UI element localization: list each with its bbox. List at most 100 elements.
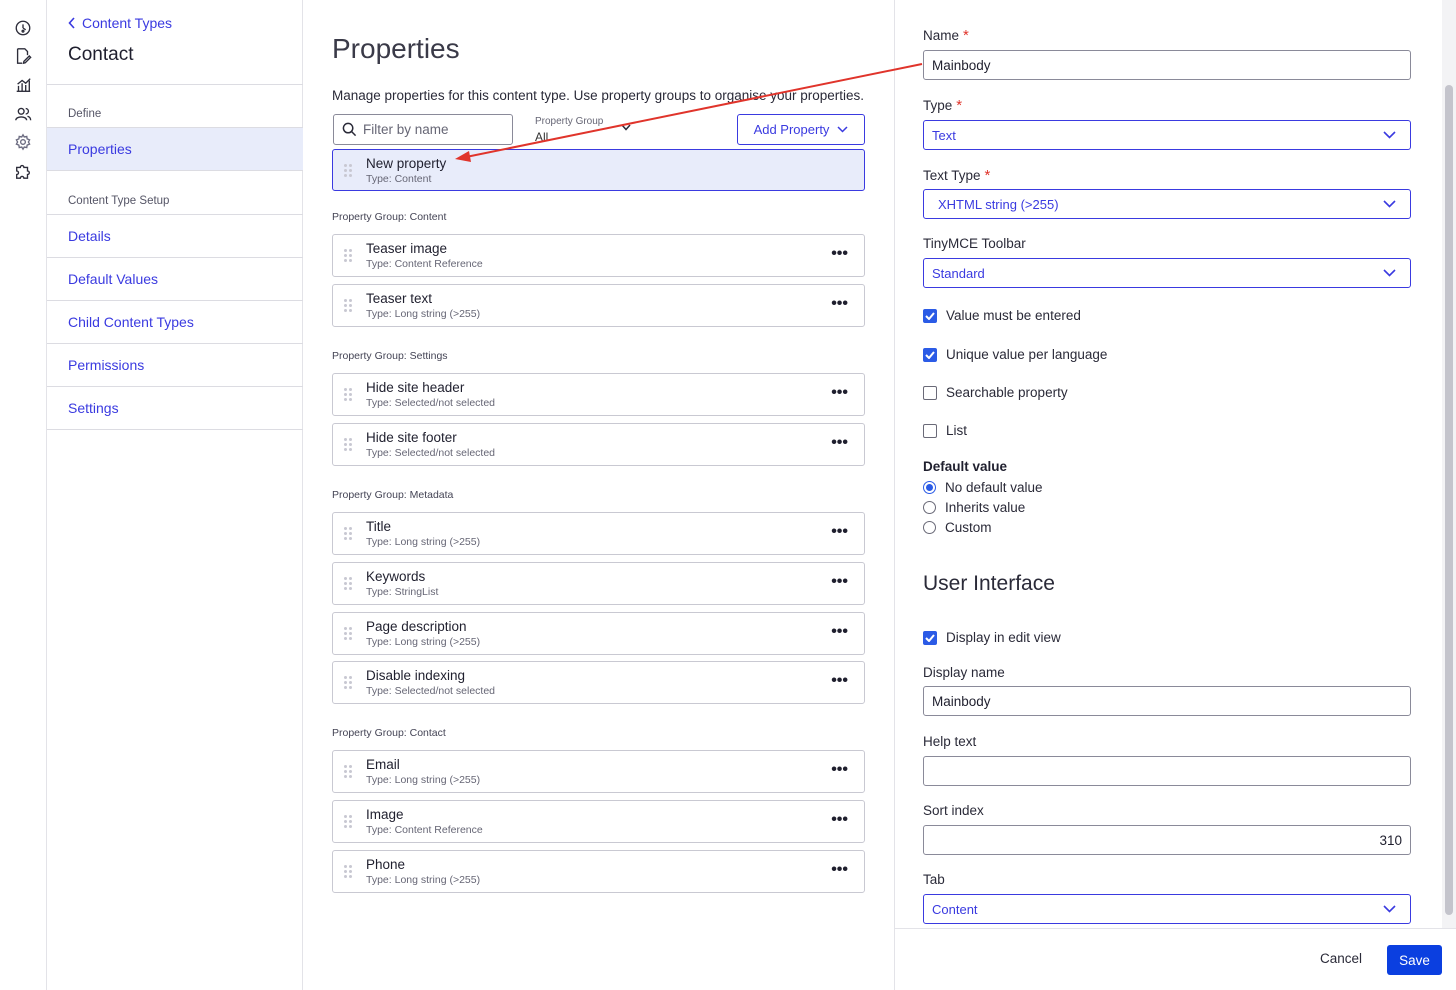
checkbox-unchecked-icon[interactable] <box>923 423 937 438</box>
nav-item-details[interactable]: Details <box>47 215 303 258</box>
property-type: Type: Long string (>255) <box>366 536 481 548</box>
drag-handle-icon[interactable] <box>344 865 354 879</box>
property-row[interactable]: Phone Type: Long string (>255) ••• <box>332 850 865 893</box>
drag-handle-icon[interactable] <box>344 249 354 263</box>
analytics-icon[interactable] <box>13 75 33 95</box>
type-select[interactable]: Text <box>923 120 1411 150</box>
search-icon <box>342 122 357 137</box>
tab-select-value: Content <box>932 901 978 917</box>
tab-select[interactable]: Content <box>923 894 1411 924</box>
name-input[interactable]: Mainbody <box>923 50 1411 80</box>
property-name: Email <box>366 757 400 772</box>
drag-handle-icon[interactable] <box>344 676 354 690</box>
text-type-select[interactable]: XHTML string (>255) <box>923 189 1411 219</box>
drag-handle-icon[interactable] <box>344 299 354 313</box>
sort-index-input[interactable]: 310 <box>923 825 1411 855</box>
checkbox-checked-icon[interactable] <box>923 308 937 323</box>
nav-item-permissions[interactable]: Permissions <box>47 344 303 387</box>
filter-field[interactable] <box>333 114 513 145</box>
toolbar-select[interactable]: Standard <box>923 258 1411 288</box>
checkbox-display-in-edit-view[interactable]: Display in edit view <box>923 630 1061 645</box>
type-label: Type * <box>923 97 962 114</box>
edit-content-icon[interactable] <box>13 46 33 66</box>
more-options-icon[interactable]: ••• <box>831 624 848 640</box>
more-options-icon[interactable]: ••• <box>831 762 848 778</box>
property-name: Hide site header <box>366 380 465 395</box>
property-row[interactable]: Keywords Type: StringList ••• <box>332 562 865 605</box>
radio-inherits-value[interactable]: Inherits value <box>923 500 1025 515</box>
property-row[interactable]: Hide site footer Type: Selected/not sele… <box>332 423 865 466</box>
drag-handle-icon[interactable] <box>344 164 354 178</box>
drag-handle-icon[interactable] <box>344 765 354 779</box>
checkbox-checked-icon[interactable] <box>923 630 937 645</box>
help-text-label: Help text <box>923 734 977 749</box>
checkbox-unique-value-per-language[interactable]: Unique value per language <box>923 347 1107 362</box>
nav-item-default-values[interactable]: Default Values <box>47 258 303 301</box>
display-name-input[interactable]: Mainbody <box>923 686 1411 716</box>
property-group-select[interactable]: Property Group All <box>535 114 635 145</box>
help-text-input[interactable] <box>923 756 1411 786</box>
more-options-icon[interactable]: ••• <box>831 524 848 540</box>
drag-handle-icon[interactable] <box>344 627 354 641</box>
property-row[interactable]: Page description Type: Long string (>255… <box>332 612 865 655</box>
radio-unselected-icon[interactable] <box>923 501 936 514</box>
radio-no-default-value[interactable]: No default value <box>923 480 1043 495</box>
more-options-icon[interactable]: ••• <box>831 574 848 590</box>
dashboard-icon[interactable] <box>13 18 33 38</box>
nav-item-properties[interactable]: Properties <box>47 128 303 171</box>
panel-scrollbar[interactable] <box>1442 0 1456 928</box>
property-row-new[interactable]: New property Type: Content <box>332 149 865 191</box>
more-options-icon[interactable]: ••• <box>831 673 848 689</box>
properties-main: Properties Manage properties for this co… <box>303 0 895 990</box>
users-icon[interactable] <box>13 104 33 124</box>
more-options-icon[interactable]: ••• <box>831 246 848 262</box>
nav-item-settings[interactable]: Settings <box>47 387 303 430</box>
addons-icon[interactable] <box>13 161 33 181</box>
checkbox-checked-icon[interactable] <box>923 347 937 362</box>
user-interface-heading: User Interface <box>923 572 1055 595</box>
property-name: Page description <box>366 619 467 634</box>
property-row[interactable]: Image Type: Content Reference ••• <box>332 800 865 843</box>
drag-handle-icon[interactable] <box>344 527 354 541</box>
property-edit-panel: Name * Mainbody Type * Text Text Type * XHT… <box>895 0 1456 990</box>
drag-handle-icon[interactable] <box>344 577 354 591</box>
scrollbar-thumb[interactable] <box>1445 85 1453 915</box>
property-row[interactable]: Teaser text Type: Long string (>255) ••• <box>332 284 865 327</box>
chevron-down-icon <box>1383 131 1396 139</box>
divider <box>47 84 303 85</box>
more-options-icon[interactable]: ••• <box>831 862 848 878</box>
property-row[interactable]: Hide site header Type: Selected/not sele… <box>332 373 865 416</box>
add-property-button[interactable]: Add Property <box>737 114 865 145</box>
property-row[interactable]: Disable indexing Type: Selected/not sele… <box>332 661 865 704</box>
more-options-icon[interactable]: ••• <box>831 435 848 451</box>
name-label: Name * <box>923 27 969 44</box>
page-description: Manage properties for this content type.… <box>332 88 865 103</box>
nav-item-child-content-types[interactable]: Child Content Types <box>47 301 303 344</box>
checkbox-value-must-be-entered[interactable]: Value must be entered <box>923 308 1081 323</box>
property-name: Hide site footer <box>366 430 457 445</box>
more-options-icon[interactable]: ••• <box>831 296 848 312</box>
drag-handle-icon[interactable] <box>344 388 354 402</box>
radio-unselected-icon[interactable] <box>923 521 936 534</box>
text-type-label: Text Type * <box>923 167 990 184</box>
checkbox-list[interactable]: List <box>923 423 967 438</box>
app-root: Content Types Contact Define Properties … <box>0 0 1456 990</box>
more-options-icon[interactable]: ••• <box>831 812 848 828</box>
radio-selected-icon[interactable] <box>923 481 936 494</box>
page-title: Properties <box>332 33 460 64</box>
drag-handle-icon[interactable] <box>344 438 354 452</box>
filter-input[interactable] <box>363 122 503 137</box>
property-row[interactable]: Title Type: Long string (>255) ••• <box>332 512 865 555</box>
more-options-icon[interactable]: ••• <box>831 385 848 401</box>
drag-handle-icon[interactable] <box>344 815 354 829</box>
checkbox-searchable-property[interactable]: Searchable property <box>923 385 1068 400</box>
back-link[interactable]: Content Types <box>68 15 172 31</box>
cancel-button[interactable]: Cancel <box>1320 951 1362 966</box>
save-button[interactable]: Save <box>1387 945 1442 975</box>
checkbox-unchecked-icon[interactable] <box>923 385 937 400</box>
property-row[interactable]: Email Type: Long string (>255) ••• <box>332 750 865 793</box>
property-row[interactable]: Teaser image Type: Content Reference ••• <box>332 234 865 277</box>
radio-custom[interactable]: Custom <box>923 520 992 535</box>
settings-icon[interactable] <box>13 132 33 152</box>
checkbox-label: List <box>946 423 968 438</box>
